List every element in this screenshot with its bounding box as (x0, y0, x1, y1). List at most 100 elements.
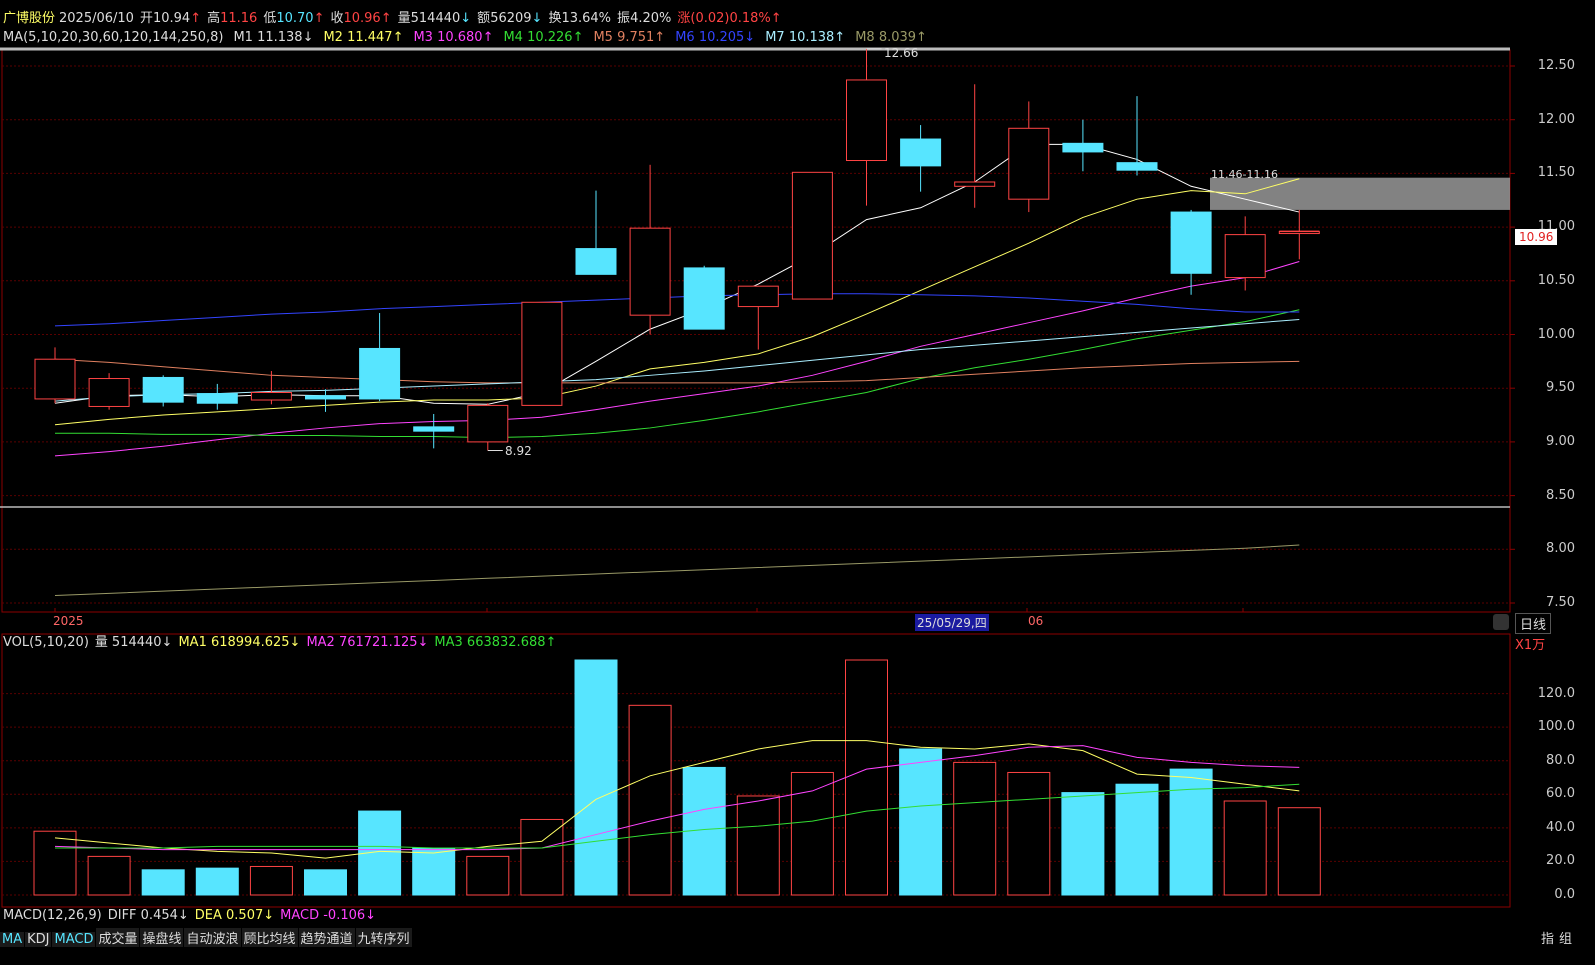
volume-tick-label: 20.0 (1546, 853, 1575, 869)
cursor-date-label[interactable]: 25/05/29,四 (915, 614, 989, 631)
vol-ma-line-ma2 (54, 745, 1300, 851)
period-selector[interactable]: 日线 (1515, 613, 1552, 634)
year-label: 2025 (53, 614, 84, 628)
candle-body (305, 395, 346, 400)
ma-line-m6 (54, 293, 1300, 327)
tab-2[interactable]: MACD (52, 932, 96, 947)
volume-bar (845, 659, 888, 896)
volume-tick-label: 0.0 (1554, 887, 1575, 902)
tab-7[interactable]: 趋势通道 (298, 928, 355, 947)
volume-bar (1223, 800, 1267, 896)
candle-body (142, 376, 184, 403)
ma-line-m3 (54, 260, 1300, 457)
ma-params-label[interactable]: MA(5,10,20,30,60,120,144,250,8) (3, 30, 223, 45)
volume-value: 514440 (410, 11, 461, 26)
candle-body (250, 391, 292, 401)
turnover-value: 13.64% (561, 11, 612, 26)
price-tick-label: 10.00 (1537, 326, 1575, 342)
high-label: 高 (207, 11, 221, 26)
macd-params-label[interactable]: MACD(12,26,9) (3, 908, 102, 923)
ma-legend-item-m2: M2 11.447↑ (323, 30, 404, 45)
volume-bar (33, 830, 77, 896)
candle-body (88, 378, 130, 407)
volume-tick-label: 120.0 (1537, 685, 1575, 701)
tab-8[interactable]: 九转序列 (355, 928, 412, 947)
candle-body (1008, 127, 1050, 200)
ma-line-m4 (55, 309, 1300, 439)
candle-body (1170, 211, 1212, 274)
volume-arrow: ↓ (460, 11, 472, 26)
amplitude-label: 振 (617, 11, 631, 26)
ma-legend-item-m3: M3 10.680↑ (413, 30, 494, 45)
price-tick-label: 12.00 (1537, 111, 1575, 127)
period-high-annotation: 12.66 (884, 46, 919, 60)
volume-bar (899, 748, 943, 896)
scroll-handle[interactable] (1493, 614, 1509, 630)
indicator-button[interactable]: 指 (1541, 928, 1554, 947)
volume-bar (1277, 807, 1321, 896)
low-label: 低 (263, 11, 277, 26)
change-pct: 0.18% (729, 11, 771, 26)
macd-diff: DIFF 0.454↓ (107, 908, 189, 923)
ma-line-m2 (54, 178, 1300, 426)
candle-body (467, 404, 509, 443)
price-tick-label: 11.50 (1537, 165, 1575, 181)
open-label: 开 (139, 11, 153, 26)
volume-bar (249, 865, 293, 896)
change-label: 涨 (677, 11, 691, 26)
candle-body (196, 393, 238, 404)
close-label: 收 (330, 11, 344, 26)
candle-body (1116, 162, 1158, 171)
volume-bar (1007, 771, 1051, 896)
macd-dea: DEA 0.507↓ (194, 908, 275, 923)
candle-body (900, 138, 942, 167)
change-arrow: ↑ (770, 11, 782, 26)
macd-value: MACD -0.106↓ (280, 908, 377, 923)
price-tick-label: 9.50 (1546, 380, 1575, 396)
ma-legend-item-m4: M4 10.226↑ (503, 30, 584, 45)
candle-body (683, 267, 725, 330)
candle-body (34, 358, 76, 400)
ma-legend-item-m6: M6 10.205↓ (675, 30, 756, 45)
ma-legend-item-m5: M5 9.751↑ (593, 30, 666, 45)
tab-5[interactable]: 自动波浪 (184, 928, 241, 947)
current-price-tag: 10.96 (1515, 229, 1558, 245)
month-label: 06 (1028, 614, 1044, 628)
candle-body (521, 301, 563, 406)
open-value: 10.94 (152, 11, 191, 26)
amount-arrow: ↓ (531, 11, 543, 26)
candle-body (1224, 234, 1266, 279)
volume-bar (87, 855, 131, 896)
price-tick-label: 12.50 (1537, 58, 1575, 73)
price-tick-label: 8.00 (1546, 541, 1575, 557)
macd-legend: MACD(12,26,9) DIFF 0.454↓ DEA 0.507↓ MACD -… (3, 908, 382, 924)
turnover-label: 换 (548, 11, 562, 26)
price-chart[interactable] (0, 44, 1595, 634)
volume-bar (195, 867, 239, 896)
volume-bar (412, 847, 456, 896)
volume-bar (304, 869, 347, 896)
group-button[interactable]: 组 (1559, 928, 1572, 947)
tab-0[interactable]: MA (0, 932, 25, 947)
price-tick-label: 7.50 (1546, 595, 1575, 610)
candle-body (359, 347, 401, 400)
ma-line-m8 (54, 544, 1300, 596)
tab-3[interactable]: 成交量 (96, 928, 140, 947)
change-value: (0.02) (690, 11, 730, 26)
vol-ma-line-ma3 (55, 783, 1300, 849)
volume-bar (1061, 792, 1105, 896)
candle-body (737, 285, 779, 308)
stock-name[interactable]: 广博股份 (3, 11, 55, 26)
candle-body (846, 79, 887, 162)
amount-label: 额 (477, 11, 491, 26)
candle-body (413, 426, 455, 432)
tab-4[interactable]: 操盘线 (140, 928, 184, 947)
volume-bar (141, 869, 185, 896)
price-tick-label: 8.50 (1546, 487, 1575, 503)
vol-ma-line-ma1 (54, 740, 1300, 859)
tab-6[interactable]: 顾比均线 (241, 928, 298, 947)
volume-chart[interactable] (0, 632, 1595, 908)
quote-date: 2025/06/10 (59, 11, 134, 26)
tab-1[interactable]: KDJ (25, 932, 52, 947)
volume-bar (953, 761, 997, 896)
